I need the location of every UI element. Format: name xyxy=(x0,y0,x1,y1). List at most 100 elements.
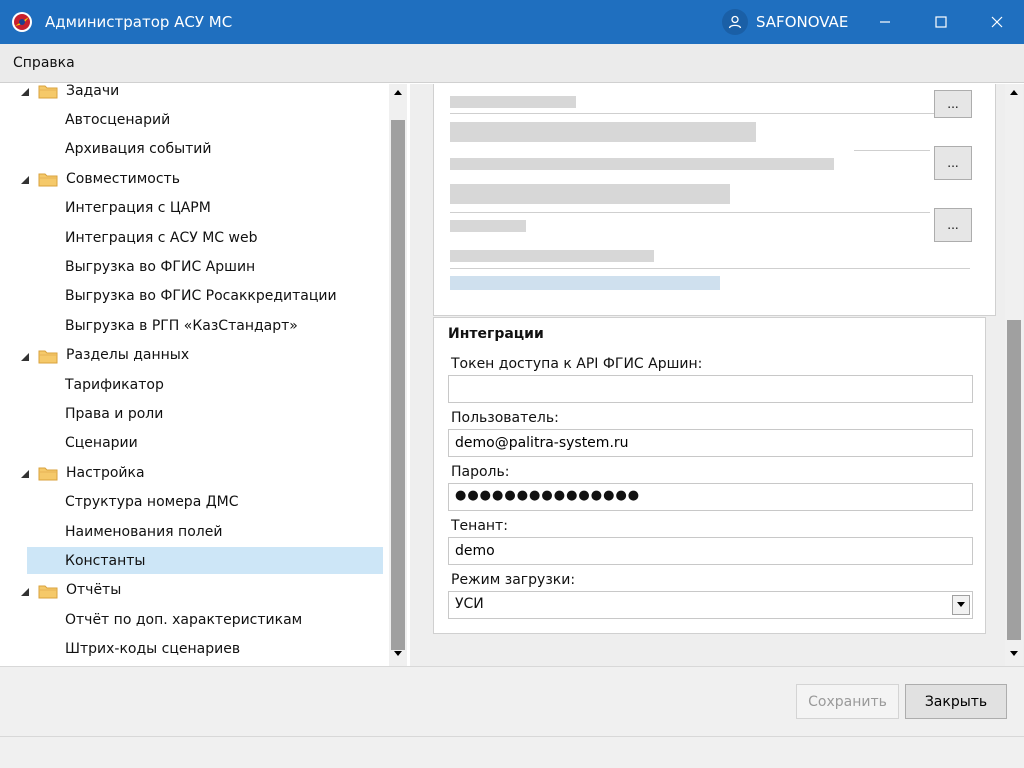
tree-item[interactable]: Структура номера ДМС xyxy=(0,489,386,516)
tree-scroll-thumb[interactable] xyxy=(391,120,405,650)
minimize-button[interactable] xyxy=(862,0,908,44)
tree-item-label: Константы xyxy=(65,552,146,569)
user-account[interactable]: SAFONOVAE xyxy=(722,8,848,36)
redacted-input xyxy=(450,113,950,114)
window-title: Администратор АСУ МС xyxy=(45,13,233,31)
tree-item[interactable]: Интеграция с АСУ МС web xyxy=(0,224,386,251)
tree-item-label: Задачи xyxy=(66,84,120,99)
tree-item-label: Совместимость xyxy=(66,170,180,187)
tree-scrollbar[interactable] xyxy=(389,84,407,666)
title-bar: Администратор АСУ МС SAFONOVAE xyxy=(0,0,1024,44)
tree-item[interactable]: Сценарии xyxy=(0,430,386,457)
redacted-input xyxy=(450,212,930,213)
redacted-text xyxy=(450,250,654,262)
redacted-input xyxy=(450,268,970,269)
settings-content: ... ... ... Интеграции Токен доступа к A… xyxy=(410,84,1024,666)
scroll-down-icon[interactable] xyxy=(393,650,403,658)
token-label: Токен доступа к API ФГИС Аршин: xyxy=(451,356,703,372)
status-bar xyxy=(0,736,1024,768)
scroll-down-icon[interactable] xyxy=(1009,650,1019,658)
redacted-text xyxy=(450,184,730,204)
tree-item[interactable]: Интеграция с ЦАРМ xyxy=(0,195,386,222)
token-input[interactable] xyxy=(448,375,973,403)
password-label: Пароль: xyxy=(451,464,510,480)
tree-item-label: Разделы данных xyxy=(66,347,190,364)
tree-item[interactable]: Константы xyxy=(27,547,383,575)
tree-item-label: Наименования полей xyxy=(65,523,223,540)
tree-item-label: Настройка xyxy=(66,464,145,481)
redacted-settings-panel: ... ... ... xyxy=(433,84,996,316)
tree-group[interactable]: Настройка xyxy=(0,459,386,486)
redacted-text xyxy=(450,122,756,142)
tree-item-label: Отчёт по доп. характеристикам xyxy=(65,611,303,628)
scroll-up-icon[interactable] xyxy=(1009,88,1019,96)
expand-arrow-icon[interactable] xyxy=(20,85,30,96)
tree-group[interactable]: Задачи xyxy=(0,84,386,104)
tree-group[interactable]: Совместимость xyxy=(0,165,386,192)
tree-item[interactable]: Тарификатор xyxy=(0,371,386,398)
content-scrollbar[interactable] xyxy=(1005,84,1023,666)
chevron-down-icon xyxy=(957,602,965,607)
tree-item-label: Интеграция с АСУ МС web xyxy=(65,229,258,246)
mode-select[interactable]: УСИ xyxy=(448,591,973,619)
dialog-button-bar: Сохранить Закрыть xyxy=(0,666,1024,736)
maximize-icon xyxy=(935,16,947,28)
scroll-up-icon[interactable] xyxy=(393,88,403,96)
integrations-group: Интеграции Токен доступа к API ФГИС Арши… xyxy=(433,317,986,634)
user-label: Пользователь: xyxy=(451,410,559,426)
user-name: SAFONOVAE xyxy=(756,13,849,31)
tree-item-label: Тарификатор xyxy=(65,376,164,393)
redacted-text xyxy=(450,158,834,170)
user-input[interactable] xyxy=(448,429,973,457)
tree-item[interactable]: Права и роли xyxy=(0,400,386,427)
tree-item[interactable]: Отчёт по доп. характеристикам xyxy=(0,606,386,633)
browse-button[interactable]: ... xyxy=(934,90,972,118)
tree-item[interactable]: Наименования полей xyxy=(0,518,386,545)
tree-item-label: Отчёты xyxy=(66,582,122,599)
tree-group[interactable]: Разделы данных xyxy=(0,342,386,369)
tree-group[interactable]: Отчёты xyxy=(0,577,386,604)
tree-item-label: Архивация событий xyxy=(65,141,212,158)
tree-item-label: Интеграция с ЦАРМ xyxy=(65,200,211,217)
user-icon xyxy=(722,9,748,35)
tree-item[interactable]: Автосценарий xyxy=(0,106,386,133)
close-icon xyxy=(991,16,1003,28)
menu-bar: Справка xyxy=(0,44,1024,83)
browse-button[interactable]: ... xyxy=(934,146,972,180)
expand-arrow-icon[interactable] xyxy=(20,350,30,361)
folder-icon xyxy=(38,465,58,481)
integrations-heading: Интеграции xyxy=(448,326,544,342)
redacted-text xyxy=(450,220,526,232)
save-button[interactable]: Сохранить xyxy=(796,684,899,719)
tree-item-label: Штрих-коды сценариев xyxy=(65,641,241,658)
password-input[interactable]: ●●●●●●●●●●●●●●● xyxy=(448,483,973,511)
mode-label: Режим загрузки: xyxy=(451,572,576,588)
app-logo-icon xyxy=(12,12,32,32)
tree-item[interactable]: Выгрузка в РГП «КазСтандарт» xyxy=(0,312,386,339)
expand-arrow-icon[interactable] xyxy=(20,585,30,596)
content-scroll-thumb[interactable] xyxy=(1007,320,1021,640)
settings-tree: Задачи Автосценарий Архивация событий Совме… xyxy=(0,84,408,666)
tenant-label: Тенант: xyxy=(451,518,508,534)
tree-item[interactable]: Выгрузка во ФГИС Росаккредитации xyxy=(0,283,386,310)
folder-icon xyxy=(38,583,58,599)
menu-help[interactable]: Справка xyxy=(13,55,75,71)
folder-icon xyxy=(38,348,58,364)
maximize-button[interactable] xyxy=(918,0,964,44)
tree-item-label: Выгрузка в РГП «КазСтандарт» xyxy=(65,317,298,334)
browse-button[interactable]: ... xyxy=(934,208,972,242)
tree-item-label: Права и роли xyxy=(65,405,164,422)
tree-item-label: Сценарии xyxy=(65,435,138,452)
expand-arrow-icon[interactable] xyxy=(20,173,30,185)
close-window-button[interactable] xyxy=(974,0,1020,44)
tree-item[interactable]: Выгрузка во ФГИС Аршин xyxy=(0,253,386,280)
expand-arrow-icon[interactable] xyxy=(20,467,30,479)
tenant-input[interactable] xyxy=(448,537,973,565)
dropdown-button[interactable] xyxy=(952,595,970,615)
tree-item[interactable]: Штрих-коды сценариев xyxy=(0,636,386,663)
tree-item[interactable]: Архивация событий xyxy=(0,136,386,163)
folder-icon xyxy=(38,171,58,187)
redacted-input xyxy=(854,150,930,151)
close-button[interactable]: Закрыть xyxy=(905,684,1007,719)
mode-select-value: УСИ xyxy=(455,596,484,612)
